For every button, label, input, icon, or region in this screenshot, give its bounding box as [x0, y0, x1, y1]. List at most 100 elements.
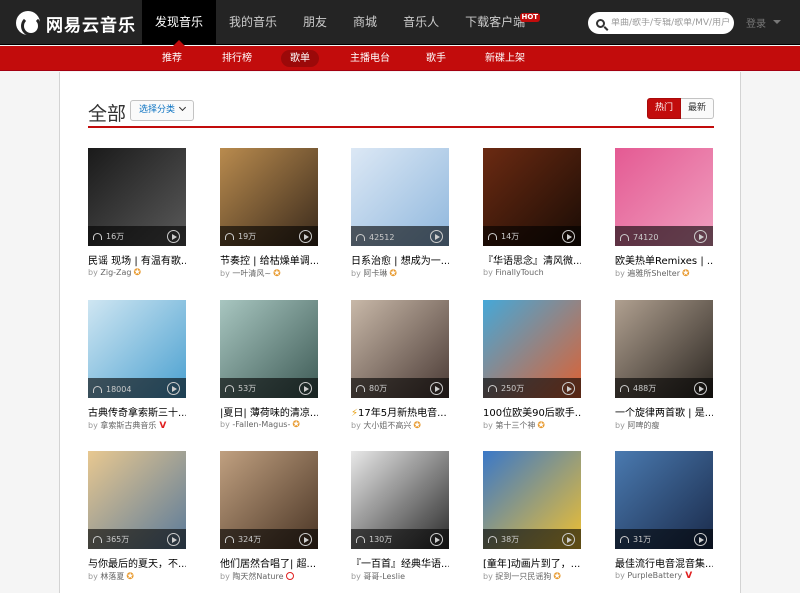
- author-name[interactable]: 拿索斯古典音乐: [100, 421, 156, 430]
- playlist-title[interactable]: [童年]动画片到了，...: [483, 555, 581, 570]
- play-count-value: 16万: [106, 232, 125, 241]
- select-category-button[interactable]: 选择分类: [130, 100, 195, 121]
- playlist-card: 365万与你最后的夏天，不... by 林落夏 ✪: [88, 451, 186, 586]
- playlist-cover[interactable]: 250万: [483, 300, 581, 398]
- playlist-title-text: 欧美热单Remixes | ...: [615, 256, 713, 267]
- play-icon[interactable]: [167, 230, 180, 243]
- headset-icon: [620, 385, 629, 392]
- author-name[interactable]: 阿啤的瘦: [627, 421, 659, 430]
- playlist-title[interactable]: 古典传奇拿索斯三十...: [88, 404, 186, 419]
- sort-hot-button[interactable]: 热门: [646, 98, 681, 119]
- hot-badge: HOT: [519, 13, 541, 22]
- play-icon[interactable]: [430, 230, 443, 243]
- playlist-cover[interactable]: 324万: [220, 451, 318, 549]
- subnav-new-albums[interactable]: 新碟上架: [476, 50, 534, 67]
- playlist-cover[interactable]: 130万: [351, 451, 449, 549]
- playlist-cover[interactable]: 80万: [351, 300, 449, 398]
- nav-musician[interactable]: 音乐人: [390, 0, 452, 45]
- nav-download-client[interactable]: 下载客户端 HOT: [452, 0, 541, 45]
- playlist-title-text: 节奏控 | 给枯燥单调...: [220, 256, 318, 267]
- headset-icon: [356, 385, 365, 392]
- play-icon[interactable]: [562, 533, 575, 546]
- playlist-title[interactable]: 与你最后的夏天，不...: [88, 555, 186, 570]
- author-name[interactable]: PurpleBattery: [627, 571, 682, 580]
- nav-discover[interactable]: 发现音乐: [142, 0, 217, 46]
- author-name[interactable]: 捉到一只民谣狗: [495, 572, 551, 581]
- play-icon[interactable]: [299, 230, 312, 243]
- subnav-recommend[interactable]: 推荐: [153, 50, 191, 67]
- by-label: by: [351, 572, 361, 581]
- playlist-card: 53万 |夏日| 薄荷味的清凉... by -Fallen-Magus- ✪: [220, 300, 318, 435]
- author-name[interactable]: 一叶清风~: [232, 269, 271, 278]
- playlist-cover[interactable]: 74120: [615, 148, 713, 246]
- playlist-title[interactable]: 欧美热单Remixes | ...: [615, 252, 713, 267]
- search-icon: [596, 18, 605, 28]
- play-icon[interactable]: [299, 382, 312, 395]
- play-icon[interactable]: [694, 230, 707, 243]
- play-icon[interactable]: [562, 382, 575, 395]
- play-icon[interactable]: [562, 230, 575, 243]
- author-name[interactable]: 林落夏: [100, 572, 124, 581]
- playlist-cover[interactable]: 19万: [220, 148, 318, 246]
- nav-my-music[interactable]: 我的音乐: [216, 0, 290, 45]
- playlist-title[interactable]: 最佳流行电音混音集...: [615, 555, 713, 570]
- sort-new-button[interactable]: 最新: [680, 98, 714, 119]
- login-link[interactable]: 登录: [746, 15, 766, 30]
- subnav-radio[interactable]: 主播电台: [341, 50, 399, 67]
- subnav-artists[interactable]: 歌手: [417, 50, 455, 67]
- playlist-title[interactable]: |夏日| 薄荷味的清凉...: [220, 404, 318, 419]
- author-name[interactable]: Zig-Zag: [100, 268, 131, 277]
- playlist-cover[interactable]: 365万: [88, 451, 186, 549]
- playlist-title[interactable]: 『华语思念』清风微...: [483, 252, 581, 267]
- play-icon[interactable]: [167, 533, 180, 546]
- cover-info-bar: 365万: [88, 529, 186, 549]
- play-icon[interactable]: [694, 382, 707, 395]
- playlist-cover[interactable]: 31万: [615, 451, 713, 549]
- headset-icon: [356, 536, 365, 543]
- title-row: 全部 选择分类 热门 最新: [88, 98, 714, 128]
- play-icon[interactable]: [299, 533, 312, 546]
- search-input[interactable]: [611, 18, 729, 28]
- playlist-cover[interactable]: 42512: [351, 148, 449, 246]
- playlist-card: 80万 ⚡17年5月新热电音... by 大小姐不高兴 ✪: [351, 300, 449, 435]
- headset-icon: [356, 234, 365, 241]
- author-name[interactable]: 大小姐不高兴: [363, 421, 411, 430]
- nav-store[interactable]: 商城: [340, 0, 390, 45]
- by-label: by: [220, 572, 230, 581]
- playlist-title[interactable]: 100位欧美90后歌手...: [483, 404, 581, 419]
- playlist-title[interactable]: 一个旋律两首歌 | 是...: [615, 404, 713, 419]
- author-name[interactable]: 阿卡琳: [363, 269, 387, 278]
- playlist-cover[interactable]: 18004: [88, 300, 186, 398]
- author-name[interactable]: 哥哥-Leslie: [363, 572, 405, 581]
- play-icon[interactable]: [167, 382, 180, 395]
- playlist-cover[interactable]: 488万: [615, 300, 713, 398]
- play-count: 324万: [225, 534, 261, 545]
- author-name[interactable]: 陶天然Nature: [232, 572, 283, 581]
- author-name[interactable]: 遍雅所Shelter: [627, 269, 680, 278]
- play-icon[interactable]: [694, 533, 707, 546]
- by-label: by: [351, 421, 361, 430]
- playlist-title[interactable]: 节奏控 | 给枯燥单调...: [220, 252, 318, 267]
- playlist-cover[interactable]: 14万: [483, 148, 581, 246]
- playlist-title[interactable]: 民谣 现场 | 有温有歌...: [88, 252, 186, 267]
- subnav-playlists[interactable]: 歌单: [281, 50, 319, 67]
- subnav-charts[interactable]: 排行榜: [213, 50, 261, 67]
- playlist-title[interactable]: 日系治愈 | 想成为一...: [351, 252, 449, 267]
- chevron-down-icon[interactable]: [773, 20, 781, 28]
- play-icon[interactable]: [430, 382, 443, 395]
- play-icon[interactable]: [430, 533, 443, 546]
- playlist-title[interactable]: 他们居然合唱了| 超...: [220, 555, 318, 570]
- nav-friends[interactable]: 朋友: [290, 0, 340, 45]
- playlist-title[interactable]: ⚡17年5月新热电音...: [351, 404, 449, 419]
- logo[interactable]: 网易云音乐: [16, 10, 136, 36]
- playlist-card: 18004 古典传奇拿索斯三十... by 拿索斯古典音乐 V: [88, 300, 186, 435]
- playlist-cover[interactable]: 53万: [220, 300, 318, 398]
- author-name[interactable]: -Fallen-Magus-: [232, 420, 290, 429]
- top-bar: 网易云音乐 发现音乐 我的音乐 朋友 商城 音乐人 下载客户端HOT 登录: [0, 0, 800, 46]
- author-name[interactable]: 第十三个神: [495, 421, 535, 430]
- playlist-author: by 林落夏 ✪: [88, 571, 186, 582]
- playlist-title[interactable]: 『一百首』经典华语...: [351, 555, 449, 570]
- author-name[interactable]: FinallyTouch: [495, 268, 543, 277]
- playlist-cover[interactable]: 38万: [483, 451, 581, 549]
- playlist-cover[interactable]: 16万: [88, 148, 186, 246]
